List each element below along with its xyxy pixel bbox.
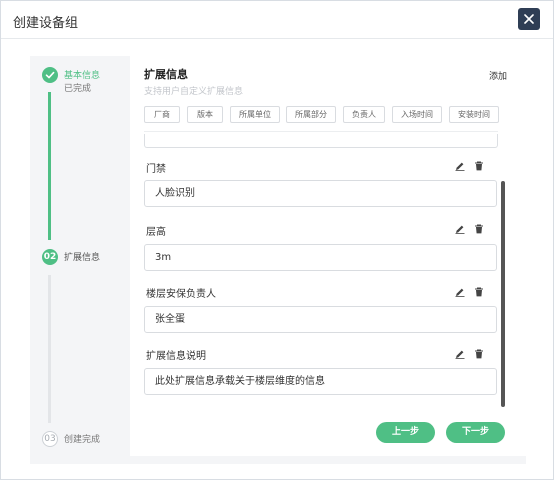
edit-icon[interactable] xyxy=(455,287,465,297)
step-connector-done xyxy=(48,92,51,240)
step-number: 02 xyxy=(42,249,58,265)
tag-item[interactable]: 所属单位 xyxy=(230,106,280,123)
field-label: 层高 xyxy=(146,227,166,238)
scrollbar-thumb[interactable] xyxy=(501,181,505,407)
trash-icon[interactable] xyxy=(474,349,484,359)
floor-height-input[interactable]: 3m xyxy=(144,244,497,271)
step-indicator: 基本信息 已完成 02 扩展信息 03 创建完成 xyxy=(30,56,130,464)
next-button[interactable]: 下一步 xyxy=(446,422,505,443)
check-icon xyxy=(42,67,58,83)
tag-item[interactable]: 版本 xyxy=(187,106,223,123)
step-title: 扩展信息 xyxy=(64,253,101,263)
security-manager-input[interactable]: 张全蛋 xyxy=(144,306,497,333)
tag-item[interactable]: 厂商 xyxy=(144,106,180,123)
section-subtitle: 支持用户自定义扩展信息 xyxy=(144,87,244,97)
edit-icon[interactable] xyxy=(455,349,465,359)
extension-panel: 扩展信息 支持用户自定义扩展信息 添加 厂商 版本 所属单位 所属部分 负责人 … xyxy=(130,56,526,456)
edit-icon[interactable] xyxy=(455,161,465,171)
tag-item[interactable]: 负责人 xyxy=(343,106,385,123)
close-icon xyxy=(524,14,534,24)
dialog-body: 基本信息 已完成 02 扩展信息 03 创建完成 扩展信息 支持用户自定义扩展信… xyxy=(30,56,526,464)
step-connector-pending xyxy=(48,275,51,423)
tag-item[interactable]: 安装时间 xyxy=(449,106,499,123)
step-number: 03 xyxy=(42,431,58,447)
field-label: 楼层安保负责人 xyxy=(146,289,216,300)
step-title: 基本信息 xyxy=(64,71,101,81)
clipped-input xyxy=(144,134,498,148)
door-access-input[interactable]: 人脸识别 xyxy=(144,180,497,207)
field-label: 扩展信息说明 xyxy=(146,351,206,362)
dialog-title: 创建设备组 xyxy=(13,16,79,31)
create-device-group-dialog: 创建设备组 基本信息 已完成 02 扩展信息 03 创建完成 扩展信息 支持用户… xyxy=(0,0,554,480)
step-title: 创建完成 xyxy=(64,435,101,445)
trash-icon[interactable] xyxy=(474,287,484,297)
tag-list: 厂商 版本 所属单位 所属部分 负责人 入场时间 安装时间 xyxy=(144,106,504,123)
close-button[interactable] xyxy=(518,8,540,30)
prev-button[interactable]: 上一步 xyxy=(376,422,435,443)
field-label: 门禁 xyxy=(146,164,166,175)
divider xyxy=(144,131,498,132)
tag-item[interactable]: 入场时间 xyxy=(392,106,442,123)
trash-icon[interactable] xyxy=(474,161,484,171)
edit-icon[interactable] xyxy=(455,224,465,234)
step-status: 已完成 xyxy=(64,84,92,94)
trash-icon[interactable] xyxy=(474,224,484,234)
extension-note-input[interactable]: 此处扩展信息承载关于楼层维度的信息 xyxy=(144,368,497,395)
tag-item[interactable]: 所属部分 xyxy=(286,106,336,123)
dialog-header: 创建设备组 xyxy=(1,1,553,39)
add-link[interactable]: 添加 xyxy=(489,69,507,82)
section-title: 扩展信息 xyxy=(144,68,188,81)
